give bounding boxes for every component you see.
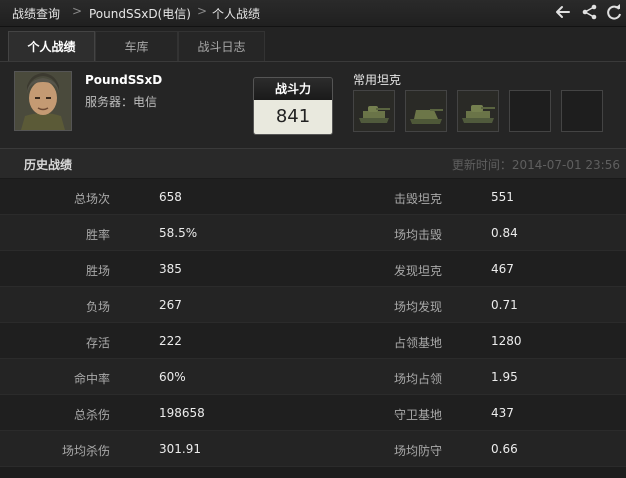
avatar [14, 71, 72, 131]
stat-value: 437 [491, 406, 514, 420]
stat-label: 存活 [85, 336, 110, 350]
stat-value: 222 [159, 334, 182, 348]
stat-value: 551 [491, 190, 514, 204]
stat-value: 198658 [159, 406, 205, 420]
tab-bar: 个人战绩 车库 战斗日志 [0, 27, 626, 62]
stat-label: 场均占领 [393, 372, 442, 386]
stat-label: 胜率 [85, 228, 110, 242]
stat-value: 0.71 [491, 298, 518, 312]
top-bar: 战绩查询 > PoundSSxD(电信) > 个人战绩 [0, 0, 626, 27]
combat-power-value: 841 [254, 100, 332, 134]
tab-garage[interactable]: 车库 [95, 31, 178, 61]
update-time: 更新时间：2014-07-01 23:56 [451, 158, 620, 172]
share-icon[interactable] [581, 3, 599, 21]
tank-icon [354, 91, 394, 131]
stat-value: 1280 [491, 334, 522, 348]
breadcrumb-separator: > [72, 4, 83, 18]
stat-label: 击毁坦克 [393, 192, 442, 206]
stat-label: 占领基地 [393, 336, 442, 350]
stats-row: 存活 222 占领基地 1280 [0, 323, 626, 359]
tab-battle-log[interactable]: 战斗日志 [178, 31, 265, 61]
stat-value: 385 [159, 262, 182, 276]
breadcrumb-separator: > [197, 4, 208, 18]
stats-row: 胜率 58.5% 场均击毁 0.84 [0, 215, 626, 251]
back-arrow-icon[interactable] [554, 3, 572, 21]
tab-personal-record[interactable]: 个人战绩 [8, 31, 95, 61]
stat-label: 总杀伤 [73, 408, 110, 422]
tank-slot-1[interactable] [353, 90, 395, 132]
stat-value: 1.95 [491, 370, 518, 384]
tank-slot-empty-1[interactable] [509, 90, 551, 132]
stat-value: 267 [159, 298, 182, 312]
breadcrumb-item-query[interactable]: 战绩查询 [12, 5, 60, 22]
stat-value: 0.84 [491, 226, 518, 240]
player-profile: PoundSSxD 服务器：电信 战斗力 841 常用坦克 [0, 62, 626, 149]
combat-power-box: 战斗力 841 [253, 77, 333, 135]
stat-label: 命中率 [73, 372, 110, 386]
history-header: 历史战绩 更新时间：2014-07-01 23:56 [0, 149, 626, 179]
combat-power-label: 战斗力 [254, 78, 332, 100]
stat-label: 场均发现 [393, 300, 442, 314]
stat-label: 负场 [85, 300, 110, 314]
stats-row: 负场 267 场均发现 0.71 [0, 287, 626, 323]
stats-row: 命中率 60% 场均占领 1.95 [0, 359, 626, 395]
player-name: PoundSSxD [85, 73, 163, 87]
refresh-icon[interactable] [605, 3, 623, 21]
stat-label: 场均防守 [393, 444, 442, 458]
breadcrumb-item-current: 个人战绩 [212, 7, 261, 21]
stats-row: 场均杀伤 301.91 场均防守 0.66 [0, 431, 626, 467]
favorite-tanks-label: 常用坦克 [353, 73, 402, 87]
stats-row: 胜场 385 发现坦克 467 [0, 251, 626, 287]
stat-label: 发现坦克 [393, 264, 442, 278]
stat-value: 467 [491, 262, 514, 276]
stat-label: 场均击毁 [393, 228, 442, 242]
tank-slot-2[interactable] [405, 90, 447, 132]
tank-slot-3[interactable] [457, 90, 499, 132]
tank-slot-empty-2[interactable] [561, 90, 603, 132]
player-server: 服务器：电信 [85, 95, 158, 109]
stat-value: 60% [159, 370, 186, 384]
stats-row: 总场次 658 击毁坦克 551 [0, 179, 626, 215]
tank-icon [458, 91, 498, 131]
stat-value: 301.91 [159, 442, 201, 456]
history-title: 历史战绩 [24, 158, 73, 172]
stat-value: 0.66 [491, 442, 518, 456]
stat-label: 守卫基地 [393, 408, 442, 422]
stat-value: 58.5% [159, 226, 198, 240]
stat-label: 总场次 [73, 192, 110, 206]
breadcrumb-item-player[interactable]: PoundSSxD(电信) [89, 5, 191, 22]
stat-label: 场均杀伤 [61, 444, 110, 458]
tank-icon [406, 91, 446, 131]
stat-value: 658 [159, 190, 182, 204]
stats-row: 总杀伤 198658 守卫基地 437 [0, 395, 626, 431]
stat-label: 胜场 [85, 264, 110, 278]
